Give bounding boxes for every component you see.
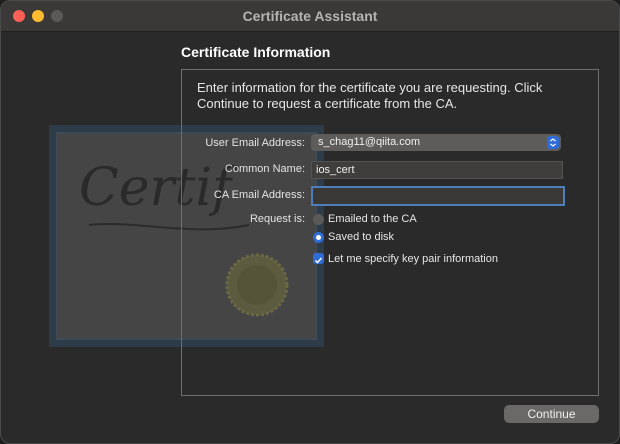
chevron-up-down-icon: [547, 136, 559, 149]
key-pair-label: Let me specify key pair information: [328, 253, 498, 265]
page-heading: Certificate Information: [181, 44, 331, 60]
certificate-assistant-window: Certificate Assistant Certif Certificate…: [0, 0, 620, 444]
key-pair-checkbox[interactable]: [313, 253, 324, 264]
ca-email-label: CA Email Address:: [213, 189, 305, 201]
title-bar: Certificate Assistant: [1, 1, 619, 32]
saved-to-disk-label: Saved to disk: [328, 231, 395, 243]
ca-email-field[interactable]: [311, 186, 565, 206]
user-email-select[interactable]: s_chag11@qiita.com: [311, 134, 561, 151]
user-email-value: s_chag11@qiita.com: [318, 136, 421, 148]
emailed-to-ca-label: Emailed to the CA: [328, 213, 417, 225]
checkmark-icon: [314, 257, 323, 264]
saved-to-disk-radio[interactable]: [313, 232, 324, 243]
emailed-to-ca-radio[interactable]: [313, 214, 324, 225]
common-name-field[interactable]: ios_cert: [311, 161, 563, 179]
common-name-label: Common Name:: [224, 163, 305, 175]
window-title: Certificate Assistant: [242, 8, 378, 24]
request-is-label: Request is:: [249, 213, 305, 225]
common-name-value: ios_cert: [316, 164, 355, 176]
user-email-label: User Email Address:: [205, 137, 305, 149]
intro-text: Enter information for the certificate yo…: [197, 80, 543, 111]
continue-button[interactable]: Continue: [504, 405, 599, 423]
